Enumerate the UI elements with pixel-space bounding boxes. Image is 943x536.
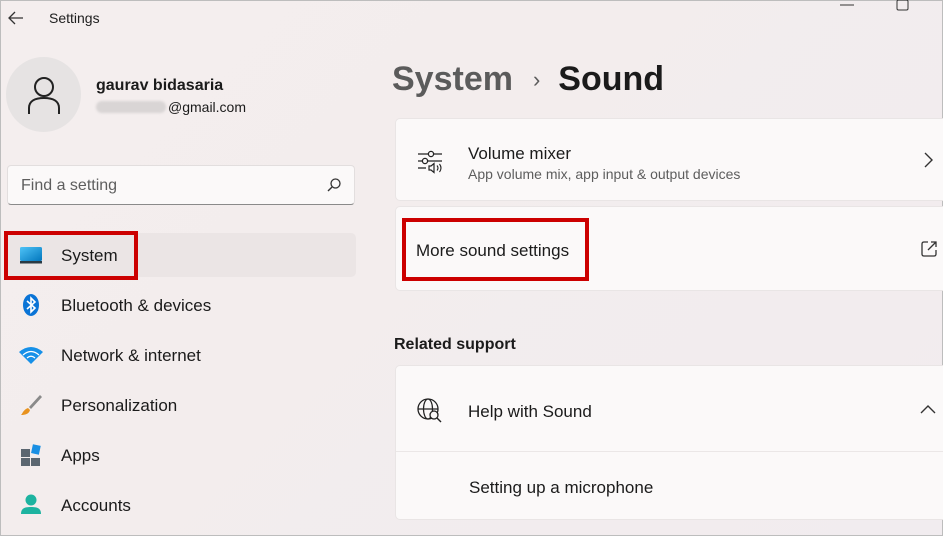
sidebar-item-accounts[interactable]: Accounts — [7, 483, 356, 527]
system-monitor-icon — [20, 247, 42, 264]
help-with-sound-card: Help with Sound Setting up a microphone — [395, 365, 943, 520]
sidebar-item-label: Apps — [61, 446, 100, 465]
sidebar-item-label: Bluetooth & devices — [61, 296, 212, 315]
more-sound-settings-card[interactable]: More sound settings — [395, 206, 943, 291]
bluetooth-icon — [23, 294, 39, 316]
wifi-icon — [19, 347, 43, 364]
user-name: gaurav bidasaria — [96, 77, 224, 94]
person-icon — [27, 76, 60, 114]
sidebar-item-personalization[interactable]: Personalization — [7, 383, 356, 427]
volume-mixer-title: Volume mixer — [468, 144, 571, 163]
breadcrumb-separator: › — [532, 66, 541, 92]
breadcrumb: System › Sound — [392, 60, 664, 99]
sidebar-item-label: Network & internet — [61, 346, 201, 365]
divider — [396, 451, 943, 452]
external-link-icon — [921, 241, 937, 257]
avatar[interactable] — [6, 57, 81, 132]
search-placeholder: Find a setting — [21, 177, 118, 194]
help-with-sound-header[interactable]: Help with Sound — [396, 366, 943, 451]
help-with-sound-title: Help with Sound — [468, 402, 592, 421]
back-button[interactable] — [6, 8, 26, 28]
search-icon[interactable] — [326, 177, 342, 193]
email-domain: @gmail.com — [168, 99, 247, 115]
volume-mixer-icon — [418, 150, 442, 174]
title-bar: Settings — [0, 0, 943, 36]
related-support-heading: Related support — [394, 336, 516, 353]
email-redaction — [96, 101, 166, 113]
sidebar-item-system[interactable]: System — [7, 233, 356, 277]
globe-search-icon — [417, 398, 442, 423]
sidebar-item-label: Personalization — [61, 396, 178, 415]
sidebar-item-network[interactable]: Network & internet — [7, 333, 356, 377]
app-title: Settings — [49, 10, 100, 26]
maximize-button[interactable] — [896, 0, 910, 12]
chevron-up-icon[interactable] — [920, 403, 936, 415]
help-link-microphone[interactable]: Setting up a microphone — [469, 478, 653, 498]
minimize-button[interactable] — [839, 0, 855, 10]
chevron-right-icon — [924, 152, 933, 168]
sidebar-item-label: System — [61, 246, 118, 265]
arrow-left-icon — [8, 11, 23, 25]
more-sound-settings-label: More sound settings — [416, 241, 570, 260]
sidebar-item-label: Accounts — [61, 496, 131, 515]
sidebar-item-bluetooth[interactable]: Bluetooth & devices — [7, 283, 356, 327]
user-email: @gmail.com — [96, 99, 246, 115]
volume-mixer-card[interactable]: Volume mixer App volume mix, app input &… — [395, 118, 943, 201]
account-icon — [21, 494, 41, 514]
volume-mixer-subtitle: App volume mix, app input & output devic… — [468, 166, 741, 182]
search-input[interactable]: Find a setting — [7, 165, 355, 205]
paintbrush-icon — [21, 395, 42, 415]
apps-icon — [21, 444, 41, 466]
breadcrumb-parent[interactable]: System — [392, 60, 513, 99]
sidebar-item-apps[interactable]: Apps — [7, 433, 356, 477]
page-title: Sound — [558, 60, 665, 98]
